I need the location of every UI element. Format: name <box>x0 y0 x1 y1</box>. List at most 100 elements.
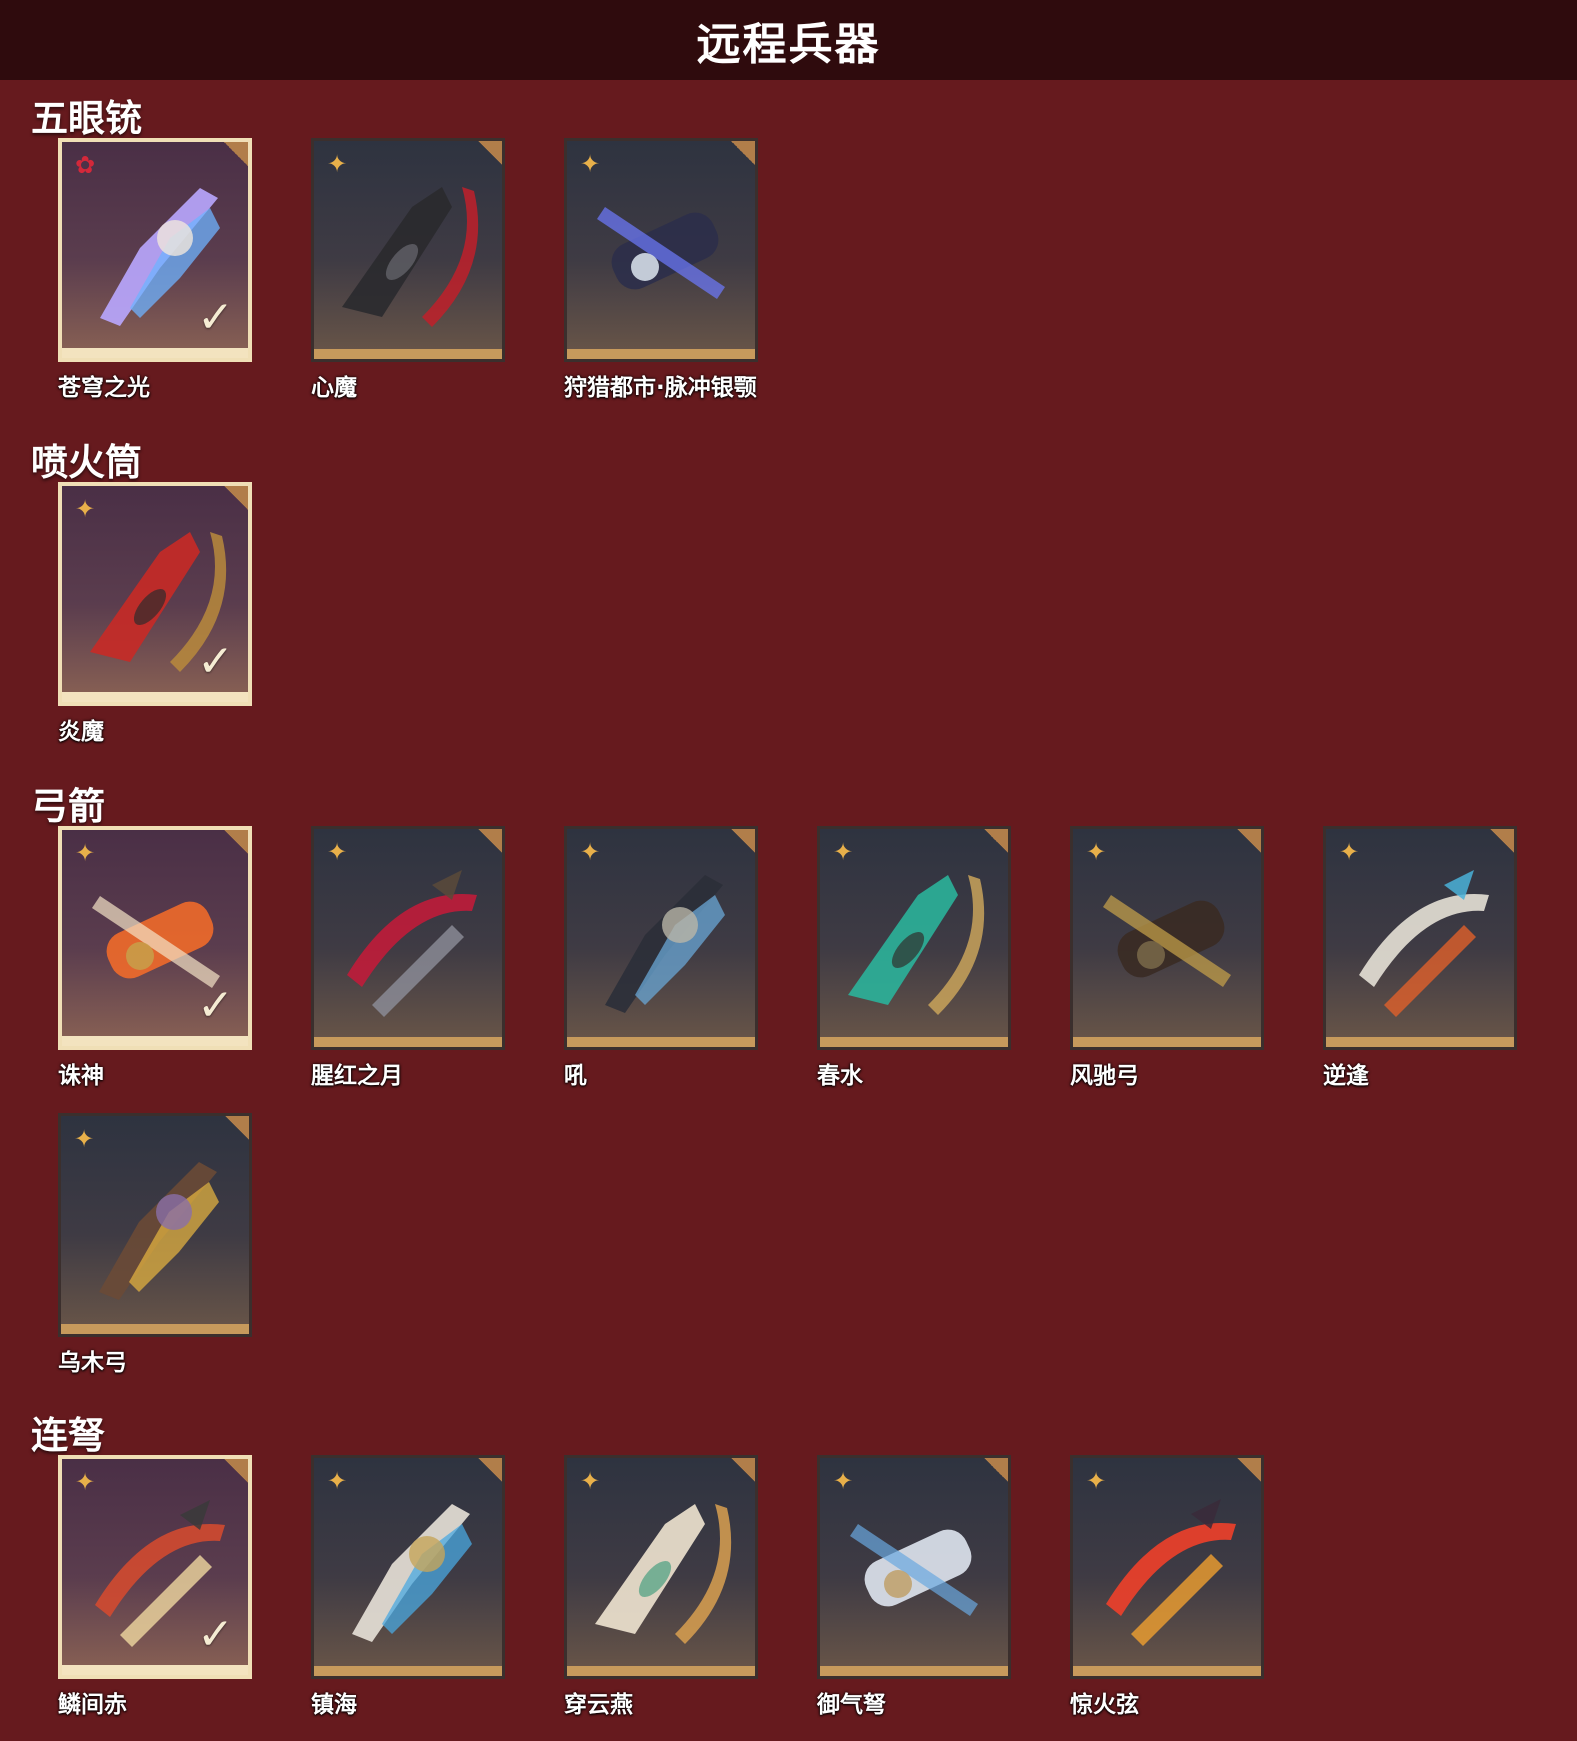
rarity-strip <box>567 349 755 359</box>
weapon-name: 逆逢 <box>1323 1063 1369 1089</box>
rarity-strip <box>62 692 248 702</box>
page-title: 远程兵器 <box>696 19 881 70</box>
weapon-image <box>848 875 985 1015</box>
weapon-card-frame: ✦ <box>1323 826 1517 1050</box>
page-header: 远程兵器 <box>0 0 1577 80</box>
gold-star-icon: ✦ <box>326 838 348 866</box>
weapon-card-frame: ✦ <box>564 138 758 362</box>
rarity-strip <box>820 1037 1008 1047</box>
weapon-image <box>347 870 477 1017</box>
gold-star-icon: ✦ <box>74 839 96 867</box>
section-title: 连弩 <box>31 1414 105 1457</box>
weapon-card[interactable]: ✦ 乌木弓 <box>58 1113 252 1376</box>
rarity-strip <box>62 348 248 358</box>
owned-check-icon: ✓ <box>197 292 234 343</box>
weapon-name: 御气弩 <box>817 1692 886 1718</box>
weapon-card-frame: ✿ ✓ <box>58 138 252 362</box>
weapon-name: 心魔 <box>311 375 357 401</box>
corner-tag-icon <box>984 1458 1008 1482</box>
rarity-strip <box>314 1666 502 1676</box>
rarity-strip <box>1073 1666 1261 1676</box>
corner-tag-icon <box>1490 829 1514 853</box>
weapon-card[interactable]: ✦ ✓ 诛神 <box>58 826 252 1089</box>
weapon-image <box>1106 1499 1236 1646</box>
rarity-strip <box>567 1037 755 1047</box>
section-title: 五眼铳 <box>31 97 142 140</box>
weapon-image <box>605 875 725 1013</box>
corner-tag-icon <box>731 1458 755 1482</box>
corner-tag-icon <box>478 829 502 853</box>
weapon-card[interactable]: ✦ 吼 <box>564 826 758 1089</box>
weapon-card[interactable]: ✦ 逆逢 <box>1323 826 1517 1089</box>
rarity-strip <box>820 1666 1008 1676</box>
rarity-strip <box>567 1666 755 1676</box>
weapon-image <box>597 207 725 299</box>
section-title: 弓箭 <box>31 785 105 828</box>
weapon-card[interactable]: ✦ 腥红之月 <box>311 826 505 1089</box>
weapon-card[interactable]: ✦ 镇海 <box>311 1455 505 1718</box>
red-flower-icon: ✿ <box>74 151 96 179</box>
gold-star-icon: ✦ <box>579 838 601 866</box>
corner-tag-icon <box>984 829 1008 853</box>
gold-star-icon: ✦ <box>1338 838 1360 866</box>
gold-star-icon: ✦ <box>832 838 854 866</box>
weapon-card[interactable]: ✦ ✓ 炎魔 <box>58 482 252 745</box>
weapon-card-frame: ✦ <box>1070 1455 1264 1679</box>
weapon-card-frame: ✦ <box>311 138 505 362</box>
weapon-name: 乌木弓 <box>58 1350 127 1376</box>
gold-star-icon: ✦ <box>74 1468 96 1496</box>
gold-star-icon: ✦ <box>832 1467 854 1495</box>
weapon-card[interactable]: ✦ ✓ 鳞间赤 <box>58 1455 252 1718</box>
weapon-card[interactable]: ✦ 风驰弓 <box>1070 826 1264 1089</box>
corner-tag-icon <box>478 1458 502 1482</box>
weapon-card-frame: ✦ <box>311 826 505 1050</box>
weapon-image <box>595 1504 732 1644</box>
weapon-name: 镇海 <box>311 1692 357 1718</box>
weapon-card[interactable]: ✦ 狩猎都市·脉冲银颚 <box>564 138 758 401</box>
weapon-card-frame: ✦ ✓ <box>58 826 252 1050</box>
corner-tag-icon <box>225 1116 249 1140</box>
gold-star-icon: ✦ <box>1085 838 1107 866</box>
weapon-card[interactable]: ✦ 惊火弦 <box>1070 1455 1264 1718</box>
rarity-strip <box>62 1665 248 1675</box>
corner-tag-icon <box>1237 1458 1261 1482</box>
weapon-name: 风驰弓 <box>1070 1063 1139 1089</box>
weapon-name: 狩猎都市·脉冲银颚 <box>564 375 757 401</box>
weapon-card-frame: ✦ <box>1070 826 1264 1050</box>
weapon-image <box>850 1524 978 1616</box>
weapon-card-frame: ✦ <box>58 1113 252 1337</box>
corner-tag-icon <box>478 141 502 165</box>
rarity-strip <box>1326 1037 1514 1047</box>
corner-tag-icon <box>224 142 248 166</box>
weapon-card-frame: ✦ ✓ <box>58 482 252 706</box>
weapon-name: 惊火弦 <box>1070 1692 1139 1718</box>
rarity-strip <box>314 1037 502 1047</box>
weapon-name: 苍穹之光 <box>58 375 150 401</box>
corner-tag-icon <box>731 829 755 853</box>
rarity-strip <box>314 349 502 359</box>
weapon-image <box>1103 895 1231 987</box>
weapon-card[interactable]: ✿ ✓ 苍穹之光 <box>58 138 252 401</box>
rarity-strip <box>62 1036 248 1046</box>
owned-check-icon: ✓ <box>197 1609 234 1660</box>
weapon-name: 诛神 <box>58 1063 104 1089</box>
owned-check-icon: ✓ <box>197 636 234 687</box>
weapon-name: 鳞间赤 <box>58 1692 127 1718</box>
gold-star-icon: ✦ <box>73 1125 95 1153</box>
owned-check-icon: ✓ <box>197 980 234 1031</box>
weapon-name: 吼 <box>564 1063 587 1089</box>
gold-star-icon: ✦ <box>579 150 601 178</box>
weapon-card[interactable]: ✦ 穿云燕 <box>564 1455 758 1718</box>
weapon-card-frame: ✦ <box>564 826 758 1050</box>
weapon-card[interactable]: ✦ 心魔 <box>311 138 505 401</box>
gold-star-icon: ✦ <box>1085 1467 1107 1495</box>
rarity-strip <box>61 1324 249 1334</box>
corner-tag-icon <box>224 1459 248 1483</box>
weapon-card[interactable]: ✦ 春水 <box>817 826 1011 1089</box>
weapon-name: 春水 <box>817 1063 863 1089</box>
weapon-card[interactable]: ✦ 御气弩 <box>817 1455 1011 1718</box>
corner-tag-icon <box>224 486 248 510</box>
gold-star-icon: ✦ <box>326 1467 348 1495</box>
weapon-name: 腥红之月 <box>311 1063 403 1089</box>
weapon-image <box>352 1504 472 1642</box>
